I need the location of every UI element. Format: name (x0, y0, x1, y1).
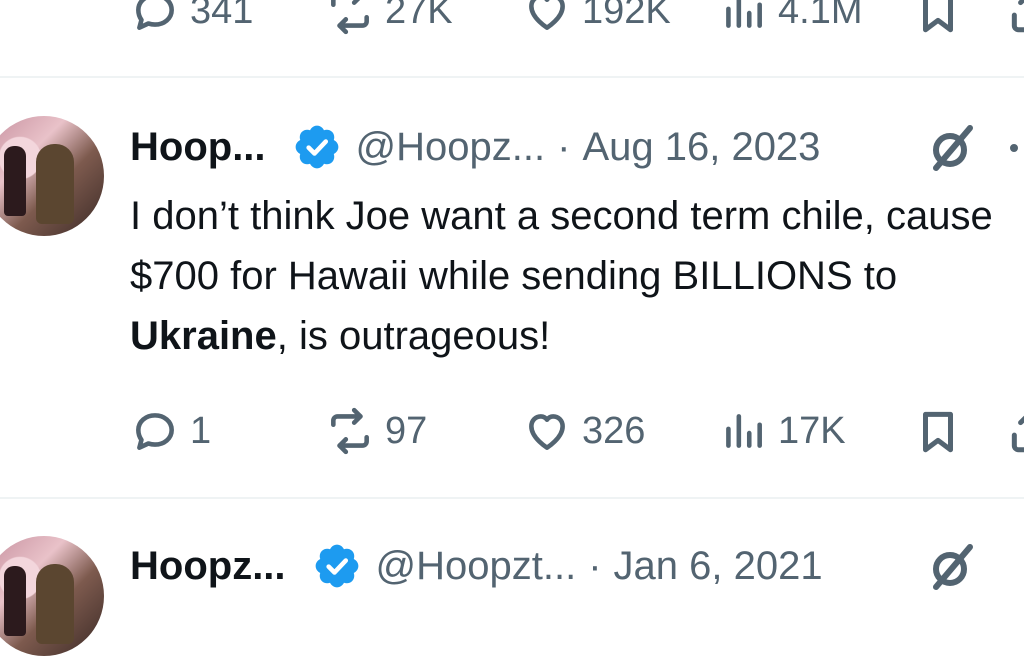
tweet-divider (0, 497, 1024, 499)
grok-icon (933, 125, 973, 171)
avatar-photo-figure (4, 566, 26, 636)
views-count: 17K (778, 409, 846, 452)
grok-icon (933, 544, 973, 590)
more-icon[interactable] (1010, 144, 1018, 152)
author-name[interactable]: Hoop... (130, 125, 266, 170)
bookmark-icon (923, 411, 953, 453)
avatar-photo-figure (36, 144, 74, 224)
next-tweet-date[interactable]: Jan 6, 2021 (614, 544, 823, 589)
top-views-count: 4.1M (778, 0, 863, 32)
author-handle[interactable]: @Hoopz... (356, 125, 546, 170)
tweet-text-part: , is outrageous! (276, 314, 551, 358)
like-icon (529, 414, 565, 450)
like-count: 326 (582, 409, 646, 452)
next-author-name[interactable]: Hoopz... (130, 544, 286, 589)
tweet-divider (0, 76, 1024, 78)
tweet-date[interactable]: Aug 16, 2023 (582, 125, 820, 170)
next-author-handle[interactable]: @Hoopzt... (376, 544, 577, 589)
top-repost-count: 27K (385, 0, 453, 32)
avatar[interactable] (0, 536, 104, 656)
like-button[interactable]: 326 (522, 406, 645, 456)
separator: · (588, 543, 602, 588)
top-like-count: 192K (582, 0, 671, 32)
repost-icon (331, 0, 369, 35)
avatar-photo-figure (4, 146, 26, 216)
top-share-button[interactable] (1006, 0, 1024, 41)
reply-count: 1 (190, 409, 212, 452)
views-icon (726, 0, 762, 28)
repost-icon (331, 407, 369, 455)
share-icon (1011, 0, 1024, 33)
like-icon (529, 0, 565, 30)
reply-icon (136, 413, 174, 450)
verified-icon[interactable] (292, 122, 342, 172)
grok-button[interactable] (928, 124, 976, 177)
top-views-button[interactable]: 4.1M (718, 0, 862, 36)
views-icon (726, 414, 762, 448)
next-grok-button[interactable] (928, 543, 976, 596)
repost-count: 97 (385, 409, 428, 452)
next-tweet-header: Hoopz... @Hoopzt... · Jan 6, 2021 (130, 541, 823, 591)
reply-button[interactable]: 1 (130, 406, 211, 456)
top-reply-count: 341 (190, 0, 254, 32)
avatar-photo-figure (36, 564, 74, 644)
repost-button[interactable]: 97 (325, 406, 427, 456)
share-button[interactable] (1006, 406, 1024, 461)
verified-icon[interactable] (312, 541, 362, 591)
share-icon (1011, 415, 1024, 453)
tweet-text: I don’t think Joe want a second term chi… (130, 186, 1020, 366)
separator: · (557, 124, 571, 169)
top-repost-button[interactable]: 27K (325, 0, 453, 36)
tweet-text-bold[interactable]: Ukraine (130, 314, 277, 358)
bookmark-button[interactable] (913, 406, 963, 461)
reply-icon (136, 0, 174, 30)
tweet-header: Hoop... @Hoopz... · Aug 16, 2023 (130, 122, 820, 172)
views-button[interactable]: 17K (718, 406, 846, 456)
tweet-text-part: I don’t think Joe want a second term chi… (130, 194, 993, 298)
avatar[interactable] (0, 116, 104, 236)
top-reply-button[interactable]: 341 (130, 0, 253, 36)
top-bookmark-button[interactable] (913, 0, 963, 41)
top-like-button[interactable]: 192K (522, 0, 671, 36)
bookmark-icon (923, 0, 953, 33)
